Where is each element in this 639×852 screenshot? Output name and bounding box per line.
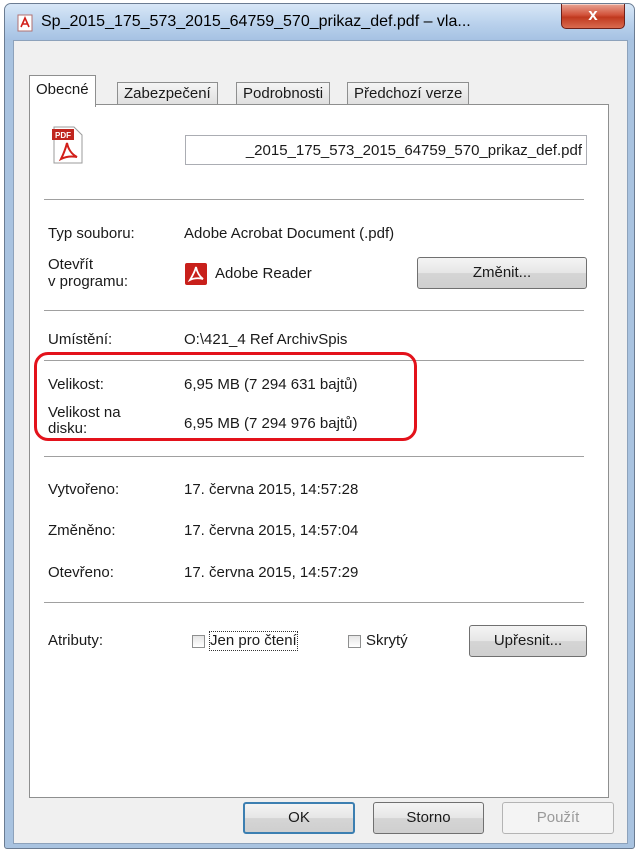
pdf-title-icon <box>17 14 33 32</box>
opens-with-label: Otevřít v programu: <box>48 256 128 290</box>
apply-button[interactable]: Použít <box>502 802 614 834</box>
tab-security-label: Zabezpečení <box>124 85 211 102</box>
separator <box>44 456 584 457</box>
advanced-button[interactable]: Upřesnit... <box>469 625 587 657</box>
title-bar[interactable]: Sp_2015_175_573_2015_64759_570_prikaz_de… <box>5 4 634 40</box>
accessed-label: Otevřeno: <box>48 564 114 581</box>
pdf-file-icon: PDF <box>52 126 83 164</box>
hidden-checkbox[interactable] <box>348 635 361 648</box>
dialog-client-area: Obecné Zabezpečení Podrobnosti Předchozí… <box>13 40 628 844</box>
tab-general-label: Obecné <box>36 81 89 98</box>
adobe-reader-icon <box>185 263 207 285</box>
tab-details[interactable]: Podrobnosti <box>236 82 331 106</box>
size-highlight-annotation <box>34 352 417 441</box>
accessed-value: 17. června 2015, 14:57:29 <box>184 564 359 581</box>
opens-with-label-line2: v programu: <box>48 273 129 290</box>
tab-details-label: Podrobnosti <box>243 85 324 102</box>
ok-button[interactable]: OK <box>243 802 355 834</box>
created-label: Vytvořeno: <box>48 481 120 498</box>
advanced-button-label: Upřesnit... <box>493 632 563 649</box>
attributes-label: Atributy: <box>48 632 104 649</box>
opens-with-value: Adobe Reader <box>215 265 312 282</box>
window-title: Sp_2015_175_573_2015_64759_570_prikaz_de… <box>41 13 471 30</box>
tab-security[interactable]: Zabezpečení <box>117 82 218 106</box>
opens-with-label-line1: Otevřít <box>48 256 94 273</box>
general-tab-panel: PDF Typ souboru: Adobe Acrobat Document … <box>29 104 609 798</box>
cancel-button[interactable]: Storno <box>373 802 484 834</box>
tab-strip: Obecné Zabezpečení Podrobnosti Předchozí… <box>29 75 609 107</box>
file-type-label: Typ souboru: <box>48 225 135 242</box>
separator <box>44 602 584 603</box>
svg-text:PDF: PDF <box>55 131 71 140</box>
separator <box>44 310 584 311</box>
change-button[interactable]: Změnit... <box>417 257 587 289</box>
tab-general[interactable]: Obecné <box>29 75 96 107</box>
hidden-label[interactable]: Skrytý <box>366 632 408 650</box>
readonly-checkbox[interactable] <box>192 635 205 648</box>
created-value: 17. června 2015, 14:57:28 <box>184 481 359 498</box>
change-button-label: Změnit... <box>472 264 532 281</box>
file-type-value: Adobe Acrobat Document (.pdf) <box>184 225 395 242</box>
modified-label: Změněno: <box>48 522 116 539</box>
filename-input[interactable] <box>185 135 587 165</box>
apply-button-label: Použít <box>536 809 580 826</box>
location-value: O:\421_4 Ref ArchivSpis <box>184 331 348 348</box>
location-label: Umístění: <box>48 331 113 348</box>
separator <box>44 199 584 200</box>
tab-previous-versions-label: Předchozí verze <box>354 85 463 102</box>
ok-button-label: OK <box>288 809 310 826</box>
cancel-button-label: Storno <box>406 809 451 826</box>
close-icon: x <box>588 5 598 24</box>
close-button[interactable]: x <box>561 4 625 29</box>
tab-previous-versions[interactable]: Předchozí verze <box>347 82 470 106</box>
modified-value: 17. června 2015, 14:57:04 <box>184 522 359 539</box>
readonly-label[interactable]: Jen pro čtení <box>209 631 298 651</box>
